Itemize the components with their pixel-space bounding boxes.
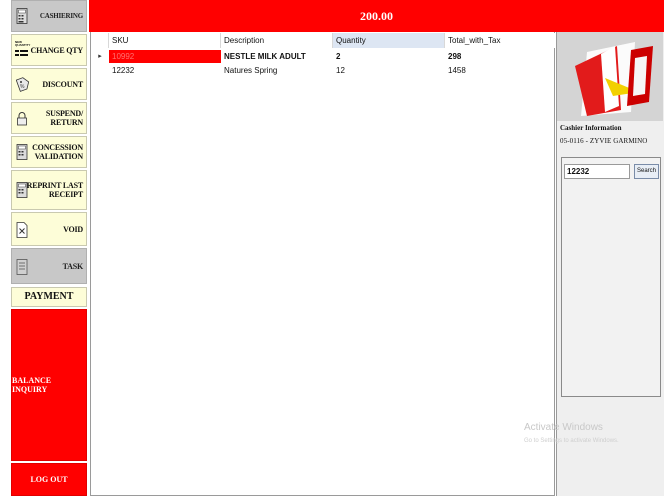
items-grid[interactable]: SKU Description Quantity Total_with_Tax … (90, 32, 555, 496)
calculator-icon (16, 8, 28, 24)
cashier-info-title: Cashier Information (560, 124, 622, 132)
void-document-icon (16, 222, 28, 238)
discount-button[interactable]: % DISCOUNT (11, 68, 87, 100)
grid-header: SKU Description Quantity Total_with_Tax (91, 33, 555, 48)
column-header-sku[interactable]: SKU (109, 33, 221, 48)
search-input[interactable]: 12232 (564, 164, 630, 179)
balance-inquiry-label: BALANCE INQUIRY (12, 376, 52, 394)
reprint-last-receipt-button[interactable]: REPRINT LAST RECEIPT (11, 170, 87, 210)
cell-total[interactable]: 1458 (445, 64, 555, 77)
cell-description[interactable]: Natures Spring (221, 64, 333, 77)
table-row[interactable]: ▸ 10992 NESTLE MILK ADULT 2 298 (91, 50, 555, 63)
column-header-description[interactable]: Description (221, 33, 333, 48)
balance-inquiry-button[interactable]: BALANCE INQUIRY (11, 309, 87, 461)
company-logo (557, 32, 663, 121)
change-qty-button[interactable]: NEW QUANTITY CHANGE QTY (11, 34, 87, 66)
cell-description[interactable]: NESTLE MILK ADULT (221, 50, 333, 63)
cell-sku[interactable]: 12232 (109, 64, 221, 77)
concession-validation-label: CONCESSION VALIDATION (32, 143, 83, 161)
new-quantity-icon: NEW QUANTITY (15, 40, 31, 61)
total-amount: 200.00 (360, 8, 393, 23)
total-bar: 200.00 (89, 0, 664, 32)
search-button[interactable]: Search (634, 164, 659, 179)
void-button[interactable]: VOID (11, 212, 87, 246)
cell-sku[interactable]: 10992 (109, 50, 221, 63)
activate-windows-hint: Go to Settings to activate Windows. (524, 438, 619, 444)
change-qty-label: CHANGE QTY (30, 45, 84, 55)
column-header-total-with-tax[interactable]: Total_with_Tax (445, 33, 555, 48)
logo-graphic (557, 32, 663, 121)
reprint-last-receipt-label: REPRINT LAST RECEIPT (26, 181, 84, 199)
svg-text:%: % (20, 84, 25, 90)
lock-icon (17, 112, 27, 126)
void-label: VOID (63, 224, 83, 234)
row-indicator (91, 64, 109, 77)
log-out-label: LOG OUT (30, 475, 68, 484)
task-button[interactable]: TASK (11, 248, 87, 284)
table-row[interactable]: 12232 Natures Spring 12 1458 (91, 64, 555, 77)
new-quantity-icon-text: NEW QUANTITY (15, 40, 31, 47)
cell-total[interactable]: 298 (445, 50, 555, 63)
cashiering-button[interactable]: CASHIERING (11, 0, 87, 32)
cell-quantity[interactable]: 12 (333, 64, 445, 77)
discount-label: DISCOUNT (42, 79, 83, 89)
suspend-return-button[interactable]: SUSPEND/ RETURN (11, 102, 87, 134)
log-out-button[interactable]: LOG OUT (11, 463, 87, 496)
row-indicator: ▸ (98, 53, 102, 60)
discount-tag-icon: % (16, 77, 30, 92)
concession-validation-button[interactable]: CONCESSION VALIDATION (11, 136, 87, 168)
column-header-quantity[interactable]: Quantity (333, 33, 445, 48)
task-label: TASK (62, 261, 84, 271)
activate-windows-watermark: Activate Windows (524, 422, 603, 433)
cashier-name: 05-0116 - ZYVIE GARMINO (560, 137, 648, 145)
sidebar: CASHIERING NEW QUANTITY CHANGE QTY % DIS… (0, 0, 89, 500)
payment-method-header: PAYMENT METHD (11, 287, 87, 319)
calculator-icon (16, 144, 28, 160)
row-header-corner (91, 33, 109, 48)
search-panel: 12232 Search (561, 157, 661, 397)
bars-icon (15, 50, 28, 56)
cashiering-label: CASHIERING (39, 11, 83, 20)
suspend-return-label: SUSPEND/ RETURN (45, 109, 83, 127)
list-icon (16, 259, 28, 275)
cell-quantity[interactable]: 2 (333, 50, 445, 63)
